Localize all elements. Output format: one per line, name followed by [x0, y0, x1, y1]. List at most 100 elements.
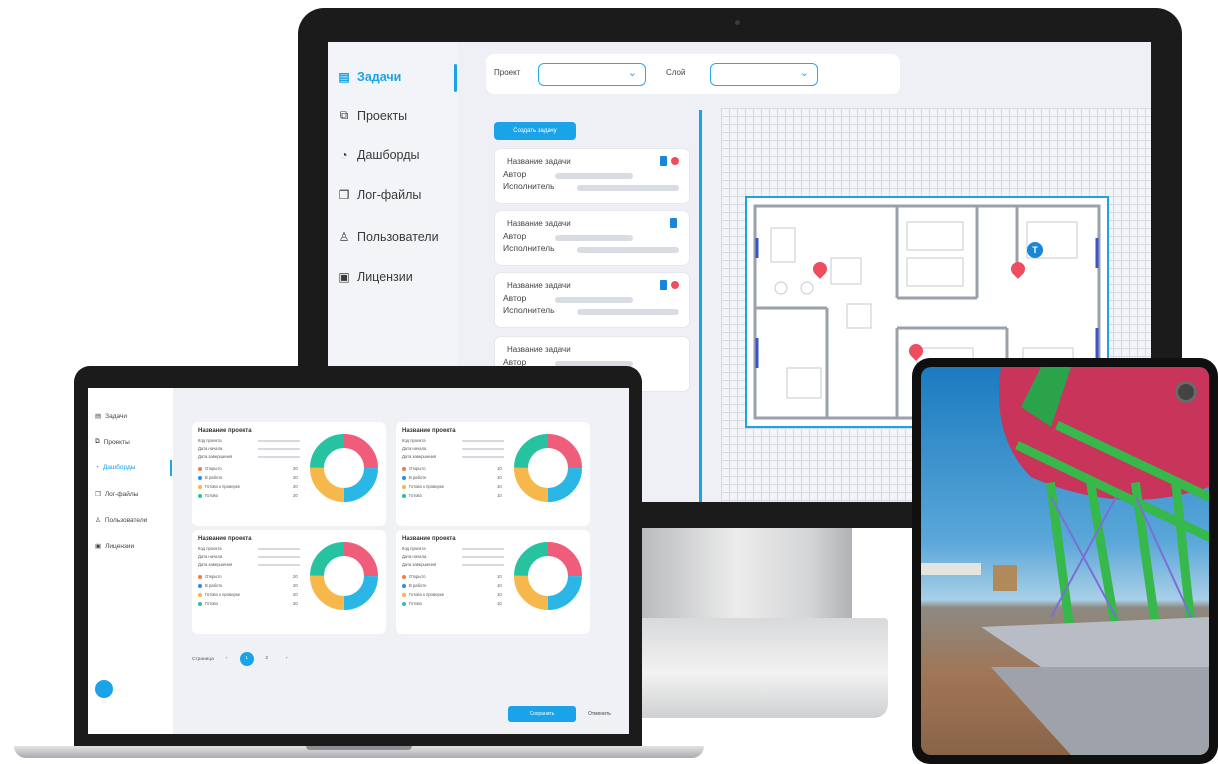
- project-card[interactable]: Название проекта Код проекта Дата начала Да…: [192, 530, 386, 634]
- status-label: Открыто: [205, 466, 222, 471]
- status-label: Открыто: [205, 574, 222, 579]
- status-donut-chart: [514, 542, 582, 610]
- status-dot-icon: [198, 484, 202, 489]
- project-card[interactable]: Название проекта Код проекта Дата начала Да…: [396, 530, 590, 634]
- layer-select[interactable]: ⌄: [710, 63, 818, 86]
- task-author-label: Автор: [503, 169, 527, 179]
- status-legend-item: Открыто: [198, 466, 222, 471]
- sidebar-item-tasks[interactable]: ▤ Задачи: [95, 412, 127, 421]
- assignee-placeholder: [577, 185, 679, 191]
- status-dot-icon: [198, 475, 202, 480]
- page-button[interactable]: 2: [260, 652, 274, 666]
- status-count: 20: [293, 583, 298, 588]
- monitor-stand-base: [606, 618, 888, 718]
- sidebar-item-label: Задачи: [357, 70, 402, 84]
- assignee-placeholder: [577, 247, 679, 253]
- status-count: 10: [497, 601, 502, 606]
- status-label: Готово к проверке: [205, 484, 241, 489]
- task-list-scrollbar[interactable]: [699, 110, 702, 502]
- sidebar-item-log-files[interactable]: ❒ Лог-файлы: [338, 188, 422, 202]
- status-count: 10: [497, 583, 502, 588]
- status-donut-chart: [310, 434, 378, 502]
- sidebar-item-projects[interactable]: ⧉ Проекты: [338, 108, 407, 123]
- sidebar-item-tasks[interactable]: ▤ Задачи: [338, 70, 401, 84]
- field-value-placeholder: [462, 548, 504, 550]
- task-card[interactable]: Название задачи Автор Исполнитель: [494, 210, 690, 266]
- status-dot-icon: [198, 466, 202, 471]
- status-dot-icon: [198, 601, 202, 606]
- field-value-placeholder: [258, 456, 300, 458]
- status-legend-item: Готово к проверке: [402, 592, 444, 597]
- sidebar-item-users[interactable]: ♙ Пользователи: [338, 230, 439, 244]
- status-label: Готово к проверке: [409, 592, 445, 597]
- pagination-label: Страница: [192, 656, 214, 662]
- project-field-label: Дата завершения: [198, 454, 233, 459]
- status-dot-icon: [198, 493, 202, 498]
- status-label: В работе: [205, 583, 223, 588]
- project-filter-label: Проект: [494, 68, 521, 77]
- task-name: Название задачи: [507, 157, 571, 166]
- task-card[interactable]: Название задачи Автор Исполнитель: [494, 272, 690, 328]
- sidebar-item-licenses[interactable]: ▣ Лицензии: [95, 542, 134, 551]
- projects-icon: ⧉: [339, 108, 349, 122]
- status-legend-item: Открыто: [402, 574, 426, 579]
- laptop-screen: ▤ Задачи ⧉ Проекты ◔ Дашборды ❒ Лог-файлы ♙ П…: [88, 388, 629, 734]
- save-button[interactable]: Сохранить: [508, 706, 576, 722]
- prev-page-button[interactable]: ‹: [220, 652, 234, 666]
- dashboard-icon: ◔: [95, 464, 99, 471]
- sidebar-item-label: Лог-файлы: [104, 490, 139, 498]
- status-label: Открыто: [409, 466, 426, 471]
- task-assignee-label: Исполнитель: [503, 243, 555, 253]
- sidebar-item-licenses[interactable]: ▣ Лицензии: [338, 270, 413, 284]
- task-card[interactable]: Название задачи Автор Исполнитель: [494, 148, 690, 204]
- status-count: 10: [497, 493, 502, 498]
- author-placeholder: [555, 235, 633, 241]
- status-dot-icon: [402, 475, 406, 480]
- chevron-down-icon: ⌄: [799, 67, 809, 79]
- project-field-label: Дата завершения: [198, 562, 233, 567]
- project-title: Название проекта: [402, 428, 456, 434]
- user-marker-badge[interactable]: T: [1027, 242, 1043, 258]
- sidebar-item-dashboards[interactable]: ◔ Дашборды: [338, 148, 420, 162]
- field-value-placeholder: [258, 564, 300, 566]
- status-legend-item: Готово к проверке: [402, 484, 444, 489]
- project-title: Название проекта: [198, 536, 252, 542]
- status-legend-item: В работе: [402, 583, 426, 588]
- sidebar-item-label: Пользователи: [104, 516, 148, 524]
- location-pin-icon: [671, 281, 679, 289]
- page-button-current[interactable]: 1: [239, 652, 254, 666]
- status-dot-icon: [198, 592, 202, 597]
- status-legend-item: Готово: [198, 493, 218, 498]
- projects-icon: ⧉: [95, 438, 100, 445]
- create-task-button[interactable]: Создать задачу: [494, 122, 576, 140]
- camera-icon[interactable]: [1175, 381, 1197, 403]
- status-label: Открыто: [409, 574, 426, 579]
- avatar[interactable]: [95, 680, 113, 698]
- task-name: Название задачи: [507, 281, 571, 290]
- task-name: Название задачи: [507, 345, 571, 354]
- project-title: Название проекта: [198, 428, 252, 434]
- sidebar-item-label: Пользователи: [357, 230, 439, 244]
- sidebar-item-label: Проекты: [103, 438, 130, 446]
- field-value-placeholder: [258, 548, 300, 550]
- status-donut-chart: [514, 434, 582, 502]
- sidebar-item-projects[interactable]: ⧉ Проекты: [95, 438, 130, 446]
- sidebar-item-log-files[interactable]: ❒ Лог-файлы: [95, 490, 139, 499]
- location-pin-icon: [671, 157, 679, 165]
- sidebar-item-dashboards[interactable]: ◔ Дашборды: [95, 464, 135, 471]
- sidebar-item-label: Дашборды: [357, 148, 420, 162]
- next-page-button[interactable]: ›: [280, 652, 294, 666]
- cancel-button[interactable]: Отменить: [588, 706, 611, 722]
- sidebar-item-label: Лог-файлы: [357, 188, 422, 202]
- status-label: Готово: [409, 601, 422, 606]
- project-select[interactable]: ⌄: [538, 63, 646, 86]
- ar-view-screen[interactable]: [921, 367, 1209, 755]
- sidebar-item-label: Лицензии: [357, 270, 413, 284]
- laptop-notch: [306, 746, 412, 750]
- sidebar-item-users[interactable]: ♙ Пользователи: [95, 516, 148, 525]
- project-card[interactable]: Название проекта Код проекта Дата начала Да…: [396, 422, 590, 526]
- users-icon: ♙: [338, 230, 350, 244]
- sidebar-active-indicator: [170, 460, 172, 476]
- project-card[interactable]: Название проекта Код проекта Дата начала Да…: [192, 422, 386, 526]
- monitor-stand: [642, 528, 852, 620]
